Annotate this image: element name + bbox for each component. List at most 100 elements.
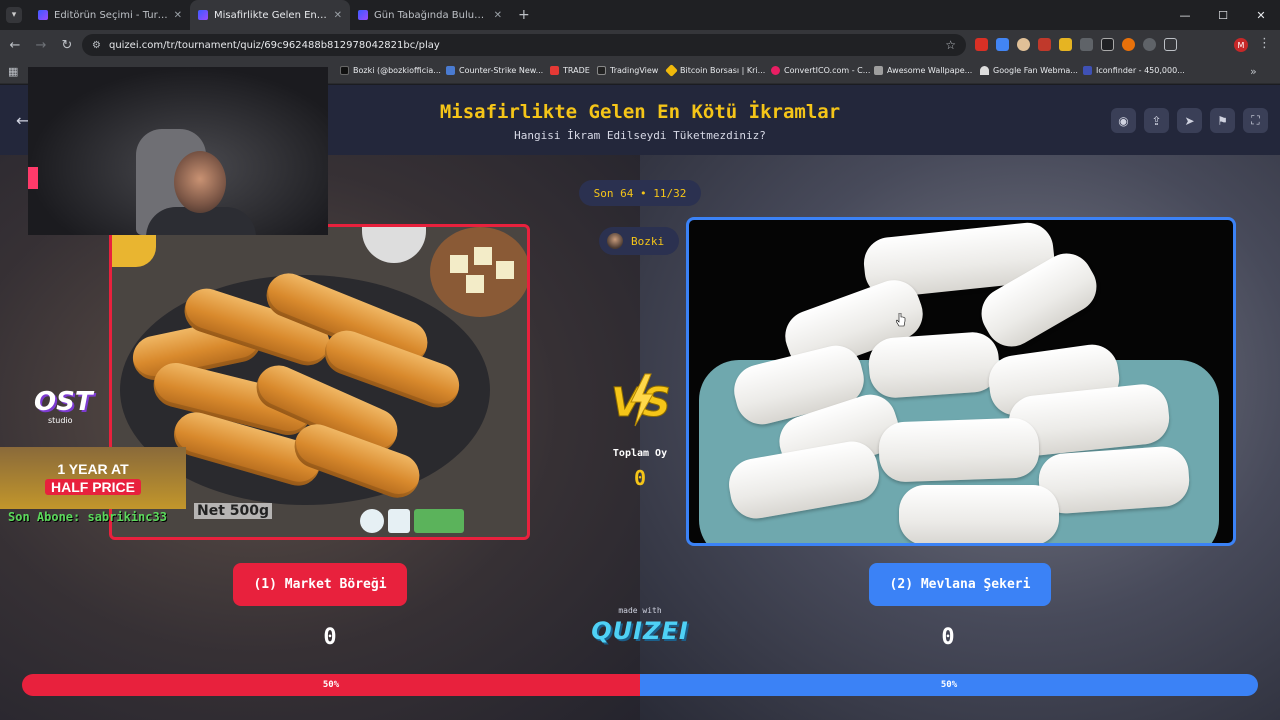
- pink-light: [28, 167, 38, 189]
- tab-search-icon[interactable]: ▾: [6, 7, 22, 23]
- favicon-icon: [198, 10, 208, 20]
- bookmark-item[interactable]: ConvertICO.com - C...: [771, 66, 870, 75]
- bookmark-favicon-icon: [597, 66, 606, 75]
- bookmark-item[interactable]: TRADE: [550, 66, 590, 75]
- extension-icon[interactable]: [1122, 38, 1135, 51]
- browser-tabbar: ▾ Editörün Seçimi - Turnuva - Qu ✕ Misaf…: [0, 0, 1280, 30]
- close-icon[interactable]: ✕: [494, 10, 502, 21]
- extension-icon[interactable]: [1101, 38, 1114, 51]
- left-share-fill: 50%: [22, 674, 640, 696]
- bookmark-label: Awesome Wallpape...: [887, 66, 973, 75]
- left-vote-count: 0: [323, 625, 337, 650]
- minimize-icon[interactable]: —: [1166, 0, 1204, 30]
- user-name: Bozki: [631, 234, 665, 248]
- bookmarks-overflow-icon[interactable]: »: [1250, 65, 1257, 78]
- right-vote-count: 0: [941, 625, 955, 650]
- extension-icon[interactable]: [1017, 38, 1030, 51]
- last-subscriber: Son Abone: sabrikinc33: [8, 510, 167, 524]
- menu-kebab-icon[interactable]: ⋮: [1258, 36, 1271, 51]
- bookmark-label: Google Fan Webma...: [993, 66, 1078, 75]
- promo-banner: 1 YEAR AT HALF PRICE: [0, 447, 186, 509]
- bookmark-favicon-icon: [446, 66, 455, 75]
- ost-logo-sub: studio: [48, 416, 73, 425]
- promo-top-text: 1 YEAR AT: [57, 461, 129, 477]
- bookmark-item[interactable]: TradingView: [597, 66, 658, 75]
- olive-bowl: [362, 227, 426, 263]
- extension-icon[interactable]: [975, 38, 988, 51]
- header-actions: ◉ ⇪ ➤ ⚑ ⛶: [1111, 108, 1268, 133]
- reload-icon[interactable]: ↻: [54, 32, 80, 58]
- extensions-puzzle-icon[interactable]: [1164, 38, 1177, 51]
- apps-grid-icon[interactable]: ▦: [8, 65, 18, 78]
- candy-piece: [899, 485, 1059, 543]
- bookmark-label: TRADE: [563, 66, 590, 75]
- promo-bottom-text: HALF PRICE: [45, 479, 141, 495]
- browser-tab-3[interactable]: Gün Tabağında Bulunan Lezzet ✕: [350, 0, 510, 30]
- bookmark-label: Counter-Strike New...: [459, 66, 544, 75]
- window-close-icon[interactable]: ✕: [1242, 0, 1280, 30]
- cheese-cube: [466, 275, 484, 293]
- choose-right-button[interactable]: (2) Mevlana Şekeri: [869, 563, 1051, 606]
- bookmark-item[interactable]: Bozki (@bozkiofficia...: [340, 66, 441, 75]
- tab-label: Gün Tabağında Bulunan Lezzet: [374, 9, 488, 21]
- close-icon[interactable]: ✕: [174, 10, 182, 21]
- window-controls: — ☐ ✕: [1166, 0, 1280, 30]
- bookmark-star-icon[interactable]: ☆: [945, 38, 956, 52]
- vs-icon: VS: [611, 373, 671, 427]
- profile-avatar[interactable]: M: [1234, 38, 1248, 52]
- net-weight-label: Net 500g: [194, 503, 273, 519]
- bookmark-item[interactable]: Awesome Wallpape...: [874, 66, 972, 75]
- round-badge: Son 64 • 11/32: [579, 180, 701, 206]
- address-bar-row: ← → ↻ ⚙ quizei.com/tr/tournament/quiz/69…: [0, 30, 1280, 60]
- tab-label: Misafirlikte Gelen En Kötü İkram: [214, 9, 328, 21]
- bookmark-favicon-icon: [771, 66, 780, 75]
- extension-icon[interactable]: [1038, 38, 1051, 51]
- fullscreen-icon[interactable]: ⛶: [1243, 108, 1268, 133]
- extension-icon[interactable]: [1059, 38, 1072, 51]
- tiktok-icon: [340, 66, 349, 75]
- candy-piece: [867, 330, 1001, 400]
- browser-tab-2[interactable]: Misafirlikte Gelen En Kötü İkram ✕: [190, 0, 350, 30]
- bookmark-label: TradingView: [610, 66, 659, 75]
- bookmark-label: Bitcoin Borsası | Kri...: [680, 66, 766, 75]
- extension-icon[interactable]: [1143, 38, 1156, 51]
- send-icon[interactable]: ➤: [1177, 108, 1202, 133]
- cheese-cube: [496, 261, 514, 279]
- new-tab-icon[interactable]: +: [518, 7, 530, 23]
- bookmark-favicon-icon: [550, 66, 559, 75]
- cheese-bowl: [430, 227, 527, 317]
- url-omnibox[interactable]: ⚙ quizei.com/tr/tournament/quiz/69c96248…: [82, 34, 966, 56]
- back-icon[interactable]: ←: [2, 32, 28, 58]
- flag-icon[interactable]: ⚑: [1210, 108, 1235, 133]
- package-badge: [414, 509, 464, 533]
- webcam-overlay: [28, 67, 328, 235]
- choose-left-button[interactable]: (1) Market Böreği: [233, 563, 407, 606]
- bookmark-item[interactable]: Iconfinder - 450,000...: [1083, 66, 1185, 75]
- close-icon[interactable]: ✕: [334, 10, 342, 21]
- bookmark-item[interactable]: Google Fan Webma...: [980, 66, 1078, 75]
- package-labels: [360, 509, 464, 533]
- bookmark-item[interactable]: Counter-Strike New...: [446, 66, 543, 75]
- candy-piece: [1037, 444, 1191, 516]
- total-votes-label: Toplam Oy: [612, 448, 668, 459]
- bookmark-item[interactable]: Bitcoin Borsası | Kri...: [665, 64, 766, 77]
- avatar: [607, 233, 623, 249]
- candy-piece: [878, 417, 1040, 483]
- extension-icon[interactable]: [1080, 38, 1093, 51]
- quizei-logo[interactable]: QUIZEI: [590, 617, 690, 645]
- extensions-row: [975, 38, 1177, 51]
- vote-share-bar: 50% 50%: [22, 674, 1258, 696]
- eye-icon[interactable]: ◉: [1111, 108, 1136, 133]
- bookmark-favicon-icon: [665, 64, 678, 77]
- url-text: quizei.com/tr/tournament/quiz/69c962488b…: [108, 39, 440, 51]
- site-info-icon[interactable]: ⚙: [92, 40, 101, 51]
- maximize-icon[interactable]: ☐: [1204, 0, 1242, 30]
- package-badge: [360, 509, 384, 533]
- option-right-card[interactable]: [686, 217, 1236, 546]
- forward-icon[interactable]: →: [28, 32, 54, 58]
- tab-label: Editörün Seçimi - Turnuva - Qu: [54, 9, 168, 21]
- share-icon[interactable]: ⇪: [1144, 108, 1169, 133]
- bookmark-favicon-icon: [980, 66, 989, 75]
- extension-icon[interactable]: [996, 38, 1009, 51]
- browser-tab-1[interactable]: Editörün Seçimi - Turnuva - Qu ✕: [30, 0, 190, 30]
